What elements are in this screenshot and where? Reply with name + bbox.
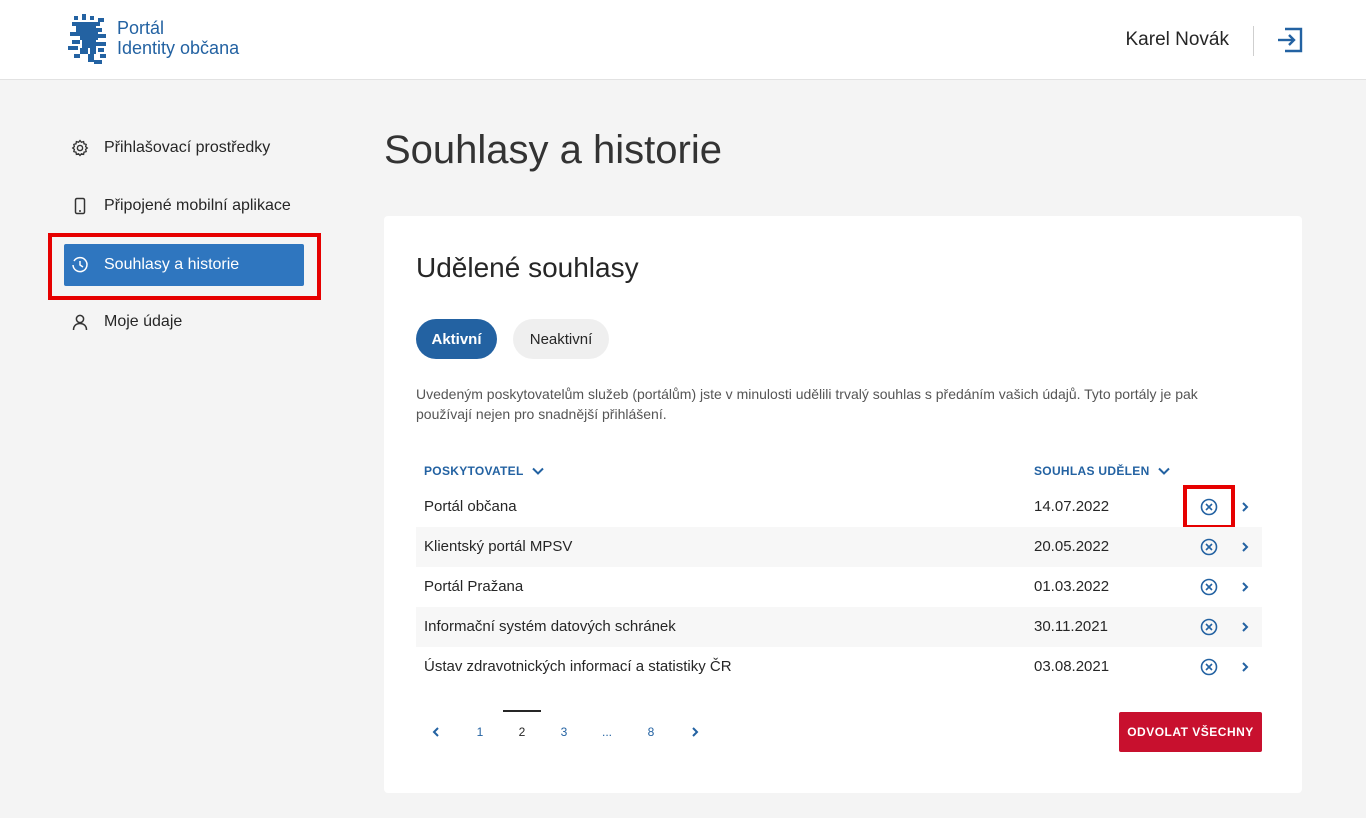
revoke-icon[interactable]: [1200, 578, 1218, 596]
revoke-icon[interactable]: [1200, 618, 1218, 636]
provider-name: Portál Pražana: [424, 578, 524, 595]
pagination-next[interactable]: [680, 720, 710, 744]
revoke-icon[interactable]: [1200, 658, 1218, 676]
chevron-right-icon[interactable]: [1240, 620, 1250, 634]
top-header: Portál Identity občana Karel Novák: [0, 0, 1366, 80]
chevron-left-icon: [432, 727, 439, 737]
description-text: Uvedeným poskytovatelům služeb (portálům…: [416, 386, 1198, 422]
provider-name: Informační systém datových schránek: [424, 618, 676, 635]
logo-line-1: Portál: [117, 18, 165, 38]
sidebar-item-label: Souhlasy a historie: [104, 256, 240, 273]
pagination-page[interactable]: 1: [465, 720, 495, 744]
pagination-page[interactable]: 3: [549, 720, 579, 744]
chevron-right-icon[interactable]: [1240, 540, 1250, 554]
gear-icon: [71, 139, 89, 157]
tab-active[interactable]: Aktivní: [416, 319, 497, 359]
pagination-page-current[interactable]: 2: [507, 720, 537, 744]
consent-date: 20.05.2022: [1034, 538, 1110, 555]
tab-inactive[interactable]: Neaktivní: [513, 319, 609, 359]
lion-logo-icon[interactable]: [68, 14, 110, 66]
sidebar-item-my-data[interactable]: Moje údaje: [64, 301, 304, 343]
table-row: Portál Pražana 01.03.2022: [416, 567, 1262, 607]
pagination-page[interactable]: 8: [636, 720, 666, 744]
sidebar-item-label: Přihlašovací prostředky: [104, 139, 271, 156]
consents-card: Udělené souhlasy Aktivní Neaktivní Uvede…: [384, 216, 1302, 793]
revoke-icon[interactable]: [1200, 498, 1218, 516]
provider-name: Klientský portál MPSV: [424, 538, 573, 555]
header-divider: [1253, 26, 1254, 56]
page-title: Souhlasy a historie: [384, 128, 722, 172]
column-header-provider[interactable]: POSKYTOVATEL: [424, 464, 544, 478]
phone-icon: [71, 197, 89, 215]
consent-date: 01.03.2022: [1034, 578, 1110, 595]
table-row: Ústav zdravotnických informací a statist…: [416, 647, 1262, 687]
provider-name: Portál občana: [424, 498, 517, 515]
clock-icon: [71, 256, 89, 274]
chevron-right-icon[interactable]: [1240, 500, 1250, 514]
column-label: POSKYTOVATEL: [424, 464, 524, 478]
consent-date: 03.08.2021: [1034, 658, 1110, 675]
chevron-down-icon: [1157, 467, 1170, 475]
provider-name: Ústav zdravotnických informací a statist…: [424, 658, 732, 675]
sidebar-item-label: Moje údaje: [104, 313, 183, 330]
table-row: Portál občana 14.07.2022: [416, 487, 1262, 527]
pagination-current-indicator: [503, 710, 541, 712]
consent-date: 14.07.2022: [1034, 498, 1110, 515]
table-row: Klientský portál MPSV 20.05.2022: [416, 527, 1262, 567]
chevron-down-icon: [531, 467, 544, 475]
pagination-ellipsis: ...: [601, 725, 612, 739]
revoke-icon[interactable]: [1200, 538, 1218, 556]
chevron-right-icon: [692, 727, 699, 737]
column-header-granted[interactable]: SOUHLAS UDĚLEN: [1034, 464, 1170, 478]
revoke-all-button[interactable]: ODVOLAT VŠECHNY: [1119, 712, 1262, 752]
user-name[interactable]: Karel Novák: [1126, 29, 1230, 51]
portal-logo-text[interactable]: Portál Identity občana: [117, 18, 239, 58]
logo-line-2: Identity občana: [117, 38, 240, 58]
chevron-right-icon[interactable]: [1240, 660, 1250, 674]
consent-date: 30.11.2021: [1034, 618, 1108, 635]
sidebar-item-login-methods[interactable]: Přihlašovací prostředky: [64, 127, 304, 169]
column-label: SOUHLAS UDĚLEN: [1034, 464, 1150, 478]
chevron-right-icon[interactable]: [1240, 580, 1250, 594]
sidebar-item-mobile-apps[interactable]: Připojené mobilní aplikace: [64, 185, 304, 227]
pagination-prev[interactable]: [421, 720, 451, 744]
logout-icon[interactable]: [1276, 26, 1304, 54]
sidebar-item-label: Připojené mobilní aplikace: [104, 197, 291, 214]
card-title: Udělené souhlasy: [416, 252, 639, 283]
table-row: Informační systém datových schránek 30.1…: [416, 607, 1262, 647]
person-icon: [71, 313, 89, 331]
sidebar-item-consents[interactable]: Souhlasy a historie: [64, 244, 304, 286]
